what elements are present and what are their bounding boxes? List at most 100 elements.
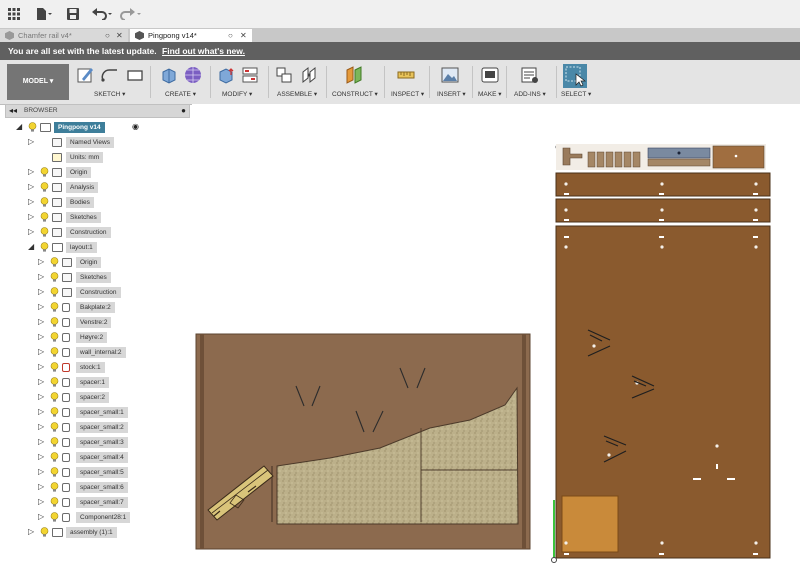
expand-arrow-icon[interactable]: ▷ bbox=[38, 483, 44, 491]
browser-item[interactable]: ◢ Pingpong v14 ◉ bbox=[0, 122, 190, 134]
line-icon[interactable] bbox=[101, 66, 119, 84]
visibility-bulb-icon[interactable] bbox=[50, 302, 59, 312]
select-icon[interactable] bbox=[563, 64, 587, 88]
expand-arrow-icon[interactable]: ▷ bbox=[38, 513, 44, 521]
visibility-bulb-icon[interactable] bbox=[40, 227, 49, 237]
visibility-bulb-icon[interactable] bbox=[50, 497, 59, 507]
browser-item[interactable]: Units: mm bbox=[0, 152, 190, 164]
visibility-bulb-icon[interactable] bbox=[50, 512, 59, 522]
toolbar-group-sketch[interactable]: SKETCH ▾ bbox=[94, 90, 125, 98]
visibility-bulb-icon[interactable] bbox=[50, 407, 59, 417]
file-icon[interactable] bbox=[36, 8, 52, 22]
visibility-bulb-icon[interactable] bbox=[50, 257, 59, 267]
browser-item[interactable]: ▷ Named Views bbox=[0, 137, 190, 149]
browser-item[interactable]: ▷ Bakplate:2 bbox=[0, 302, 190, 314]
expand-arrow-icon[interactable]: ▷ bbox=[28, 213, 34, 221]
visibility-bulb-icon[interactable] bbox=[50, 347, 59, 357]
browser-item[interactable]: ◢ layout:1 bbox=[0, 242, 190, 254]
expand-arrow-icon[interactable]: ▷ bbox=[38, 438, 44, 446]
3d-print-icon[interactable] bbox=[481, 66, 499, 84]
visibility-bulb-icon[interactable] bbox=[50, 422, 59, 432]
visibility-bulb-icon[interactable] bbox=[28, 122, 37, 132]
visibility-bulb-icon[interactable] bbox=[40, 197, 49, 207]
new-component-icon[interactable] bbox=[275, 66, 293, 84]
block-part[interactable] bbox=[712, 145, 765, 169]
rail-base-part[interactable] bbox=[647, 158, 711, 167]
toolbar-group-add-ins[interactable]: ADD-INS ▾ bbox=[514, 90, 546, 98]
expand-arrow-icon[interactable]: ▷ bbox=[38, 273, 44, 281]
expand-arrow-icon[interactable]: ▷ bbox=[28, 198, 34, 206]
visibility-bulb-icon[interactable] bbox=[50, 437, 59, 447]
activate-component-icon[interactable]: ◉ bbox=[132, 122, 139, 131]
expand-arrow-icon[interactable]: ▷ bbox=[28, 228, 34, 236]
right-wall[interactable] bbox=[522, 334, 526, 549]
expand-arrow-icon[interactable]: ▷ bbox=[28, 138, 34, 146]
expand-arrow-icon[interactable]: ▷ bbox=[38, 468, 44, 476]
left-wall[interactable] bbox=[200, 334, 204, 549]
browser-item[interactable]: ▷ spacer_small:4 bbox=[0, 452, 190, 464]
expand-arrow-icon[interactable]: ▷ bbox=[38, 498, 44, 506]
expand-arrow-icon[interactable]: ▷ bbox=[28, 183, 34, 191]
browser-options-icon[interactable]: ● bbox=[181, 106, 186, 115]
browser-item[interactable]: ▷ spacer_small:2 bbox=[0, 422, 190, 434]
expand-arrow-icon[interactable]: ▷ bbox=[38, 423, 44, 431]
press-pull-icon[interactable] bbox=[217, 66, 235, 84]
toolbar-group-make[interactable]: MAKE ▾ bbox=[478, 90, 502, 98]
toolbar-group-create[interactable]: CREATE ▾ bbox=[165, 90, 196, 98]
undo-icon[interactable] bbox=[92, 8, 114, 22]
tab-sync-icon[interactable]: ○ bbox=[105, 29, 110, 42]
toolbar-group-modify[interactable]: MODIFY ▾ bbox=[222, 90, 252, 98]
expand-arrow-icon[interactable]: ▷ bbox=[38, 288, 44, 296]
visibility-bulb-icon[interactable] bbox=[50, 362, 59, 372]
expand-arrow-icon[interactable]: ▷ bbox=[38, 393, 44, 401]
browser-item[interactable]: ▷ Venstre:2 bbox=[0, 317, 190, 329]
expand-arrow-icon[interactable]: ▷ bbox=[38, 303, 44, 311]
toolbar-group-inspect[interactable]: INSPECT ▾ bbox=[391, 90, 424, 98]
browser-item[interactable]: ▷ spacer_small:3 bbox=[0, 437, 190, 449]
browser-item[interactable]: ▷ spacer:2 bbox=[0, 392, 190, 404]
joint-icon[interactable] bbox=[300, 66, 318, 84]
toolbar-group-construct[interactable]: CONSTRUCT ▾ bbox=[332, 90, 378, 98]
expand-arrow-icon[interactable]: ▷ bbox=[28, 528, 34, 536]
design-canvas[interactable] bbox=[192, 104, 800, 586]
expand-arrow-icon[interactable]: ▷ bbox=[38, 408, 44, 416]
browser-item[interactable]: ▷ spacer_small:5 bbox=[0, 467, 190, 479]
toolbar-group-assemble[interactable]: ASSEMBLE ▾ bbox=[277, 90, 317, 98]
visibility-bulb-icon[interactable] bbox=[40, 242, 49, 252]
browser-item[interactable]: ▷ assembly (1):1 bbox=[0, 527, 190, 539]
selected-spacer-part[interactable] bbox=[561, 495, 619, 553]
tab-close-icon[interactable]: ✕ bbox=[240, 29, 247, 42]
browser-item[interactable]: ▷ wall_internal:2 bbox=[0, 347, 190, 359]
insert-image-icon[interactable] bbox=[441, 66, 459, 84]
visibility-bulb-icon[interactable] bbox=[50, 482, 59, 492]
collapse-arrow-icon[interactable]: ◢ bbox=[16, 123, 22, 131]
browser-item[interactable]: ▷ Construction bbox=[0, 227, 190, 239]
expand-arrow-icon[interactable]: ▷ bbox=[28, 168, 34, 176]
browser-item[interactable]: ▷ Sketches bbox=[0, 212, 190, 224]
grid-icon[interactable] bbox=[8, 8, 20, 22]
browser-item[interactable]: ▷ Origin bbox=[0, 257, 190, 269]
browser-item[interactable]: ▷ spacer_small:6 bbox=[0, 482, 190, 494]
collapse-arrow-icon[interactable]: ◢ bbox=[28, 243, 34, 251]
tab-close-icon[interactable]: ✕ bbox=[116, 29, 123, 42]
expand-arrow-icon[interactable]: ▷ bbox=[38, 258, 44, 266]
visibility-bulb-icon[interactable] bbox=[50, 317, 59, 327]
expand-arrow-icon[interactable]: ▷ bbox=[38, 318, 44, 326]
workspace-switcher[interactable]: MODEL ▾ bbox=[7, 64, 69, 100]
model-viewport[interactable] bbox=[192, 104, 800, 586]
whats-new-link[interactable]: Find out what's new. bbox=[162, 46, 245, 56]
browser-item[interactable]: ▷ Analysis bbox=[0, 182, 190, 194]
expand-arrow-icon[interactable]: ▷ bbox=[38, 363, 44, 371]
visibility-bulb-icon[interactable] bbox=[50, 332, 59, 342]
visibility-bulb-icon[interactable] bbox=[40, 167, 49, 177]
offset-plane-icon[interactable] bbox=[345, 66, 363, 84]
save-icon[interactable] bbox=[67, 8, 79, 22]
scripts-icon[interactable] bbox=[521, 66, 539, 84]
browser-item[interactable]: ▷ Component28:1 bbox=[0, 512, 190, 524]
create-sketch-icon[interactable] bbox=[76, 66, 94, 84]
flat-layout-view[interactable] bbox=[551, 144, 771, 563]
expand-arrow-icon[interactable]: ▷ bbox=[38, 378, 44, 386]
visibility-bulb-icon[interactable] bbox=[50, 287, 59, 297]
form-icon[interactable] bbox=[184, 66, 202, 84]
tab-sync-icon[interactable]: ○ bbox=[228, 29, 233, 42]
